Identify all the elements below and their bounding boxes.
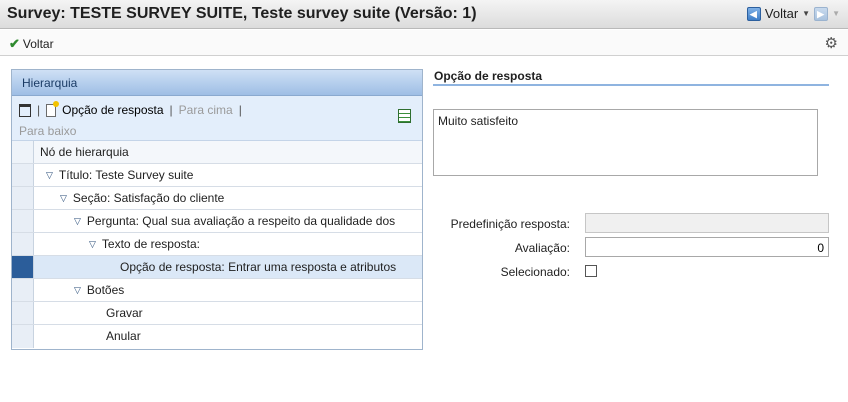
tree-node-label: Opção de resposta: Entrar uma resposta e… bbox=[120, 260, 397, 274]
table-row[interactable]: ▽ Botões bbox=[12, 279, 422, 302]
column-header-label: Nó de hierarquia bbox=[40, 145, 129, 159]
tree-column-header: Nó de hierarquia bbox=[12, 141, 422, 164]
row-selector[interactable] bbox=[12, 187, 34, 209]
tree-node-label: Gravar bbox=[106, 306, 143, 320]
title-bar: Survey: TESTE SURVEY SUITE, Teste survey… bbox=[0, 0, 848, 29]
answer-text-area[interactable]: Muito satisfeito bbox=[433, 109, 818, 176]
expand-triangle-icon[interactable]: ▽ bbox=[60, 193, 67, 204]
table-row[interactable]: Gravar bbox=[12, 302, 422, 325]
toolbar-separator: | bbox=[37, 103, 41, 117]
select-all-cell[interactable] bbox=[12, 141, 34, 163]
tree-node-label: Título: Teste Survey suite bbox=[58, 168, 194, 182]
nav-back-button[interactable]: Voltar bbox=[765, 6, 798, 21]
history-nav: ◀ Voltar ▼ ▶ ▼ bbox=[746, 6, 840, 21]
move-down-button: Para baixo bbox=[19, 124, 77, 138]
table-row[interactable]: ▽ Pergunta: Qual sua avaliação a respeito… bbox=[12, 210, 422, 233]
detail-section-title: Opção de resposta bbox=[433, 69, 829, 86]
table-row[interactable]: ▽ Texto de resposta: bbox=[12, 233, 422, 256]
selected-checkbox[interactable] bbox=[585, 265, 597, 277]
rating-label: Avaliação: bbox=[514, 241, 570, 255]
window-title: Survey: TESTE SURVEY SUITE, Teste survey… bbox=[7, 5, 477, 22]
gear-icon[interactable]: ⚙ bbox=[825, 34, 838, 52]
table-row[interactable]: ▽ Título: Teste Survey suite bbox=[12, 164, 422, 187]
trash-icon[interactable] bbox=[19, 103, 31, 117]
checkmark-icon: ✔ bbox=[9, 36, 20, 51]
back-button-label: Voltar bbox=[22, 37, 54, 51]
back-arrow-icon[interactable]: ◀ bbox=[746, 6, 761, 21]
expand-triangle-icon[interactable]: ▽ bbox=[46, 170, 53, 181]
tree-node-label: Botões bbox=[86, 283, 125, 297]
table-row-selected[interactable]: Opção de resposta: Entrar uma resposta e… bbox=[12, 256, 422, 279]
row-selector[interactable] bbox=[12, 325, 34, 348]
row-selector[interactable] bbox=[12, 210, 34, 232]
row-selector[interactable] bbox=[12, 233, 34, 255]
hierarchy-toolbar: | Opção de resposta | Para cima | Para b… bbox=[12, 96, 422, 141]
tree-node-label: Texto de resposta: bbox=[101, 237, 200, 251]
hierarchy-panel-title: Hierarquia bbox=[12, 70, 422, 96]
row-selector[interactable] bbox=[12, 302, 34, 324]
forward-arrow-icon: ▶ bbox=[814, 6, 829, 21]
hierarchy-panel: Hierarquia | Opção de resposta | Para ci… bbox=[11, 69, 423, 350]
row-selector[interactable] bbox=[12, 164, 34, 186]
new-document-icon[interactable] bbox=[46, 100, 60, 117]
tree-node-label: Seção: Satisfação do cliente bbox=[72, 191, 225, 205]
selected-label: Selecionado: bbox=[500, 265, 570, 279]
expand-triangle-icon[interactable]: ▽ bbox=[89, 239, 96, 250]
add-answer-option-button[interactable]: Opção de resposta bbox=[62, 103, 163, 117]
expand-triangle-icon[interactable]: ▽ bbox=[74, 285, 81, 296]
main-toolbar: ✔ Voltar ⚙ bbox=[0, 30, 848, 56]
tree-node-label: Pergunta: Qual sua avaliação a respeito … bbox=[86, 214, 396, 228]
table-row[interactable]: Anular bbox=[12, 325, 422, 348]
predefinition-label: Predefinição resposta: bbox=[450, 217, 570, 231]
tree-node-label: Anular bbox=[106, 329, 141, 343]
row-selector[interactable] bbox=[12, 256, 34, 278]
table-row[interactable]: ▽ Seção: Satisfação do cliente bbox=[12, 187, 422, 210]
expand-triangle-icon[interactable]: ▽ bbox=[74, 216, 81, 227]
excel-export-icon[interactable] bbox=[398, 109, 411, 123]
row-selector[interactable] bbox=[12, 279, 34, 301]
toolbar-separator: | bbox=[238, 103, 242, 117]
toolbar-separator: | bbox=[169, 103, 173, 117]
predefinition-field bbox=[585, 213, 829, 233]
back-dropdown-icon[interactable]: ▼ bbox=[802, 9, 810, 18]
move-up-button: Para cima bbox=[178, 103, 233, 117]
back-button[interactable]: ✔ Voltar bbox=[9, 36, 54, 52]
forward-dropdown-icon: ▼ bbox=[832, 9, 840, 18]
rating-input[interactable]: 0 bbox=[585, 237, 829, 257]
